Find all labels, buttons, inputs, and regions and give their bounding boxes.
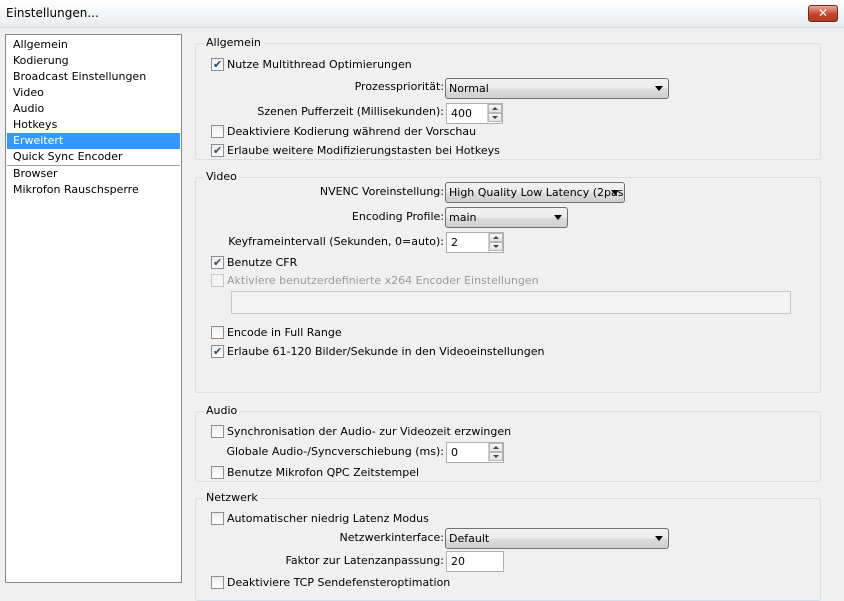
x264-row: Aktiviere benutzerdefinierte x264 Encode… xyxy=(211,273,539,289)
low-latency-row[interactable]: Automatischer niedrig Latenz Modus xyxy=(211,511,429,527)
group-video-title: Video xyxy=(204,170,239,184)
x264-checkbox xyxy=(211,273,224,287)
sidebar-item-video[interactable]: Video xyxy=(7,85,180,101)
cfr-label: Benutze CFR xyxy=(227,256,298,269)
buffer-label: Szenen Pufferzeit (Millisekunden): xyxy=(257,105,444,118)
av-sync-checkbox[interactable] xyxy=(211,424,224,438)
group-general: Allgemein Nutze Multithread Optimierunge… xyxy=(195,36,821,160)
cfr-row[interactable]: Benutze CFR xyxy=(211,255,297,271)
full-range-row[interactable]: Encode in Full Range xyxy=(211,325,342,341)
sidebar-item-browser[interactable]: Browser xyxy=(7,166,180,182)
disable-encoding-label: Deaktiviere Kodierung während der Vorsch… xyxy=(227,125,477,138)
tcp-checkbox[interactable] xyxy=(211,575,224,589)
multithread-checkbox-row[interactable]: Nutze Multithread Optimierungen xyxy=(211,57,412,73)
av-sync-label: Synchronisation der Audio- zur Videozeit… xyxy=(227,425,512,438)
priority-label: Prozesspriorität: xyxy=(354,80,444,93)
multithread-label: Nutze Multithread Optimierungen xyxy=(227,58,412,71)
sidebar-item-allgemein[interactable]: Allgemein xyxy=(7,37,180,53)
nvenc-label: NVENC Voreinstellung: xyxy=(319,185,444,198)
chevron-down-icon xyxy=(655,86,663,91)
audio-offset-spinbox[interactable]: 0 xyxy=(446,442,504,463)
group-video: Video NVENC Voreinstellung: High Quality… xyxy=(195,170,821,393)
latency-factor-label: Faktor zur Latenzanpassung: xyxy=(285,554,444,567)
group-general-title: Allgemein xyxy=(204,36,263,50)
group-audio-title: Audio xyxy=(204,404,240,418)
window-title: Einstellungen... xyxy=(6,6,99,20)
chevron-down-icon xyxy=(655,536,663,541)
settings-category-list[interactable]: Allgemein Kodierung Broadcast Einstellun… xyxy=(5,34,182,583)
dialog-client: Allgemein Kodierung Broadcast Einstellun… xyxy=(0,28,844,601)
low-latency-checkbox[interactable] xyxy=(211,511,224,525)
cfr-checkbox[interactable] xyxy=(211,255,224,271)
spin-up-icon[interactable] xyxy=(489,233,503,242)
keyframe-value: 2 xyxy=(451,236,458,249)
fps-row[interactable]: Erlaube 61-120 Bilder/Sekunde in den Vid… xyxy=(211,344,545,360)
tcp-row[interactable]: Deaktiviere TCP Sendefensteroptimation xyxy=(211,575,450,591)
modifier-keys-checkbox[interactable] xyxy=(211,143,224,159)
tcp-label: Deaktiviere TCP Sendefensteroptimation xyxy=(227,576,451,589)
x264-settings-field xyxy=(231,291,791,314)
spin-down-icon[interactable] xyxy=(489,242,503,251)
group-network: Netzwerk Automatischer niedrig Latenz Mo… xyxy=(195,491,821,601)
qpc-checkbox[interactable] xyxy=(211,465,224,479)
sidebar-item-hotkeys[interactable]: Hotkeys xyxy=(7,117,180,133)
sidebar-item-kodierung[interactable]: Kodierung xyxy=(7,53,180,69)
network-interface-value: Default xyxy=(449,532,490,545)
qpc-label: Benutze Mikrofon QPC Zeitstempel xyxy=(227,466,420,479)
nvenc-preset-value: High Quality Low Latency (2pass xyxy=(449,186,625,199)
group-audio: Audio Synchronisation der Audio- zur Vid… xyxy=(195,404,821,482)
priority-select[interactable]: Normal xyxy=(445,78,669,99)
x264-label: Aktiviere benutzerdefinierte x264 Encode… xyxy=(227,274,539,287)
latency-factor-input[interactable]: 20 xyxy=(446,551,504,572)
low-latency-label: Automatischer niedrig Latenz Modus xyxy=(227,512,429,525)
title-bar: Einstellungen... ✕ xyxy=(0,0,844,28)
chevron-down-icon xyxy=(554,215,562,220)
full-range-label: Encode in Full Range xyxy=(227,326,342,339)
fps-checkbox[interactable] xyxy=(211,344,224,360)
sidebar-item-audio[interactable]: Audio xyxy=(7,101,180,117)
nvenc-preset-select[interactable]: High Quality Low Latency (2pass xyxy=(445,182,625,203)
spin-up-icon[interactable] xyxy=(488,104,502,113)
sidebar-item-mikrofon-rauschsperre[interactable]: Mikrofon Rauschsperre xyxy=(7,182,180,198)
profile-label: Encoding Profile: xyxy=(351,210,444,223)
modifier-keys-label: Erlaube weitere Modifizierungstasten bei… xyxy=(227,144,500,157)
buffer-value: 400 xyxy=(451,107,472,120)
network-interface-label: Netzwerkinterface: xyxy=(339,531,444,544)
spin-down-icon[interactable] xyxy=(488,113,502,122)
chevron-down-icon xyxy=(611,190,619,195)
settings-panel: Allgemein Nutze Multithread Optimierunge… xyxy=(188,28,844,601)
av-sync-row[interactable]: Synchronisation der Audio- zur Videozeit… xyxy=(211,424,511,440)
encoding-profile-value: main xyxy=(449,211,477,224)
audio-offset-value: 0 xyxy=(451,446,458,459)
buffer-spinbox[interactable]: 400 xyxy=(446,103,503,124)
disable-encoding-row[interactable]: Deaktiviere Kodierung während der Vorsch… xyxy=(211,124,476,140)
multithread-checkbox[interactable] xyxy=(211,57,224,73)
full-range-checkbox[interactable] xyxy=(211,325,224,339)
sidebar-item-quick-sync[interactable]: Quick Sync Encoder xyxy=(7,149,180,165)
sidebar-item-erweitert[interactable]: Erweitert xyxy=(7,133,180,149)
spin-down-icon[interactable] xyxy=(489,452,503,461)
priority-select-value: Normal xyxy=(449,82,489,95)
audio-offset-label: Globale Audio-/Syncverschiebung (ms): xyxy=(226,445,444,458)
sidebar-item-broadcast[interactable]: Broadcast Einstellungen xyxy=(7,69,180,85)
disable-encoding-checkbox[interactable] xyxy=(211,124,224,138)
network-interface-select[interactable]: Default xyxy=(445,528,669,549)
qpc-row[interactable]: Benutze Mikrofon QPC Zeitstempel xyxy=(211,465,419,481)
group-network-title: Netzwerk xyxy=(204,491,260,505)
modifier-keys-row[interactable]: Erlaube weitere Modifizierungstasten bei… xyxy=(211,143,500,159)
close-button[interactable]: ✕ xyxy=(808,5,838,22)
fps-label: Erlaube 61-120 Bilder/Sekunde in den Vid… xyxy=(227,345,545,358)
encoding-profile-select[interactable]: main xyxy=(445,207,568,228)
spin-up-icon[interactable] xyxy=(489,443,503,452)
keyframe-spinbox[interactable]: 2 xyxy=(446,232,504,253)
keyframe-label: Keyframeintervall (Sekunden, 0=auto): xyxy=(228,235,444,248)
